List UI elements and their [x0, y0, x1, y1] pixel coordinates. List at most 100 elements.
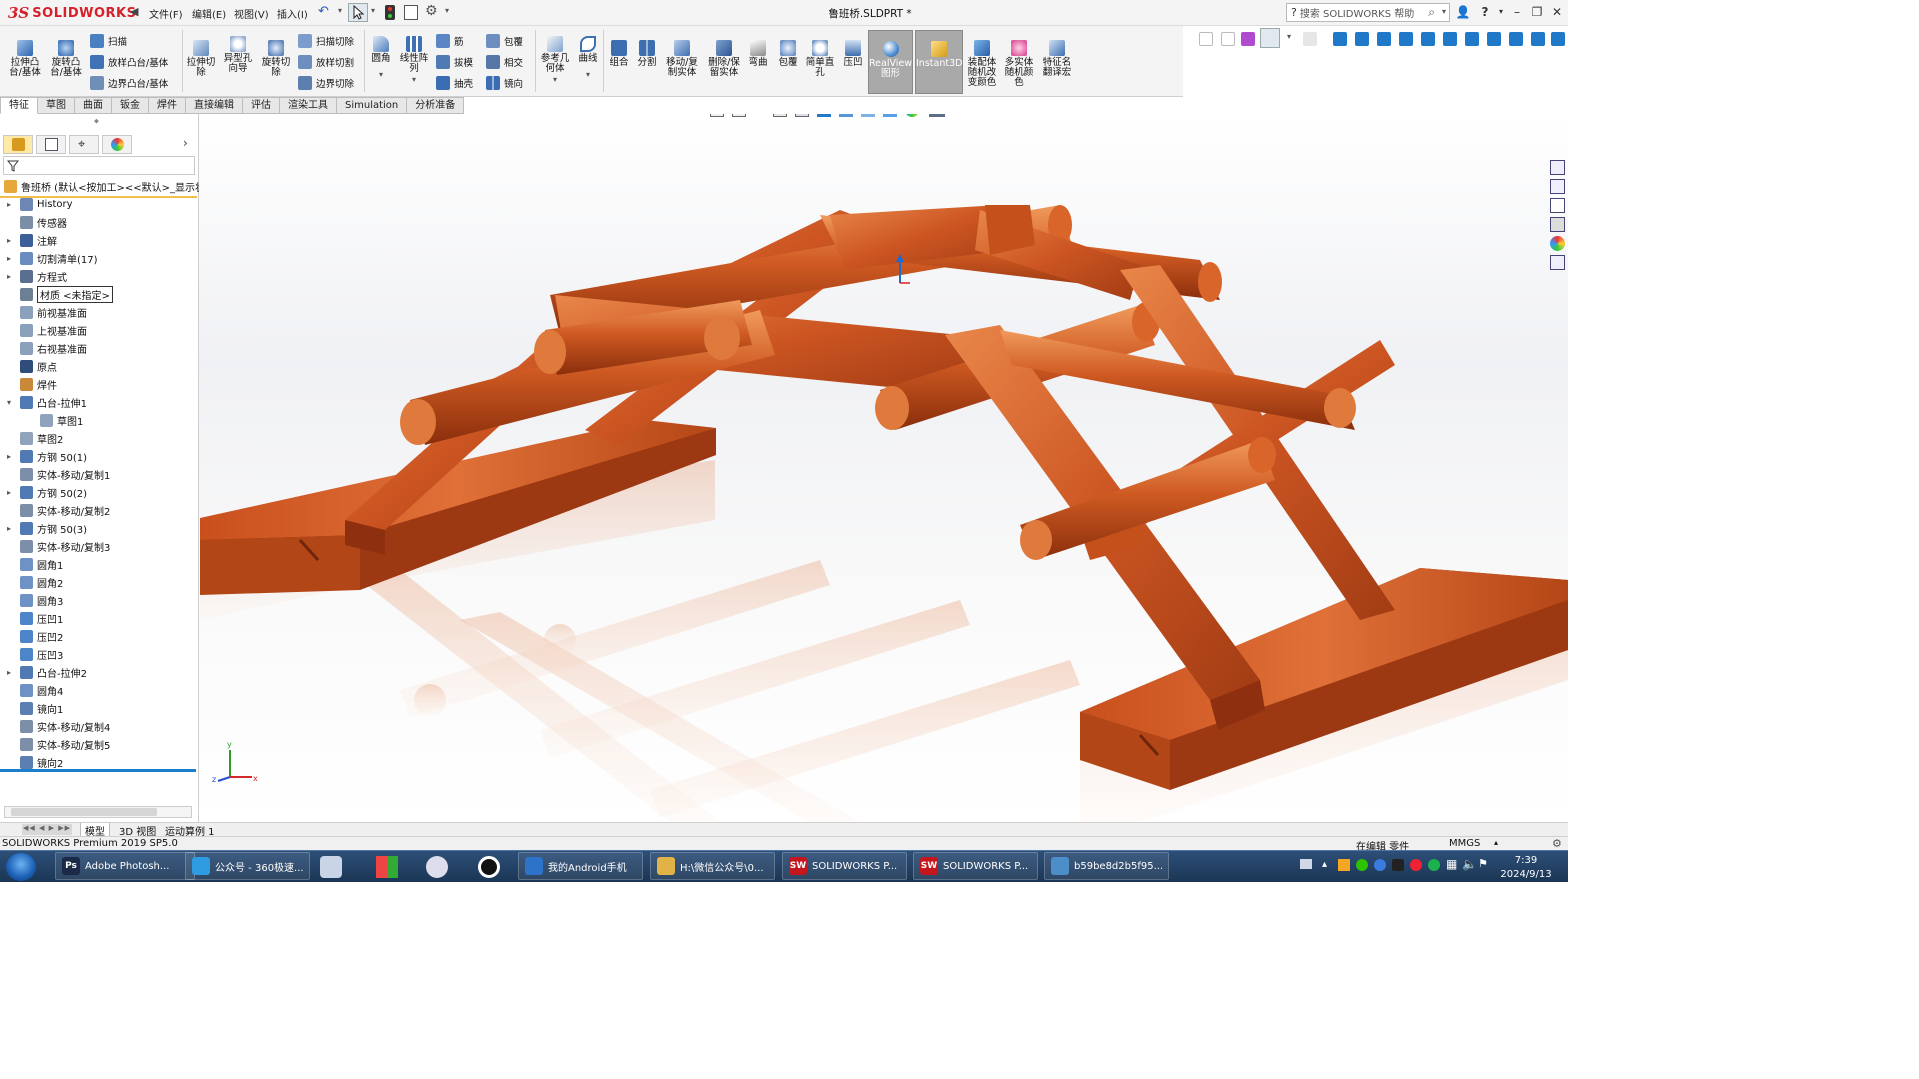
rollback-bar[interactable]: [0, 769, 196, 772]
taskbar-app-button[interactable]: 我的Android手机: [518, 852, 643, 880]
combine-button[interactable]: 组合: [606, 40, 632, 68]
viewport-restore-icon[interactable]: ❐: [1037, 114, 1047, 116]
previous-view-icon[interactable]: ⌕: [752, 114, 760, 117]
solidworks-logo[interactable]: 3S SOLIDWORKS: [8, 3, 136, 23]
configuration-manager-tab[interactable]: ⌖: [69, 135, 99, 154]
keyboard-tray-icon[interactable]: [1300, 859, 1312, 869]
view-triad[interactable]: y x z: [212, 740, 258, 784]
revolve-cut-button[interactable]: 旋转切 除: [259, 40, 293, 78]
panel-drag-handle[interactable]: ⬥: [94, 117, 99, 126]
view-palette-icon[interactable]: [1550, 217, 1565, 232]
tree-item[interactable]: 草图2: [0, 429, 196, 447]
tray-k-icon[interactable]: [1374, 859, 1386, 871]
unit-dropdown-icon[interactable]: ▴: [1494, 838, 1498, 847]
wrap-button[interactable]: 包覆: [486, 34, 523, 48]
tree-item[interactable]: 实体-移动/复制1: [0, 465, 196, 483]
help-dropdown-icon[interactable]: ▾: [1493, 4, 1509, 20]
loft-button[interactable]: 放样凸台/基体: [90, 55, 168, 69]
selection-dropdown-icon[interactable]: ▾: [1287, 32, 1291, 41]
display-manager-tab[interactable]: [102, 135, 132, 154]
delete-keep-body-button[interactable]: 删除/保 留实体: [705, 40, 743, 78]
sweep-button[interactable]: 扫描: [90, 34, 127, 48]
file-explorer-icon[interactable]: [1550, 198, 1565, 213]
hide-show-items-icon[interactable]: [861, 114, 875, 117]
search-icon[interactable]: ⌕: [1428, 5, 1435, 20]
tree-expand-icon[interactable]: ▸: [4, 488, 14, 497]
hole-wizard-button[interactable]: 异型孔 向导: [220, 36, 256, 74]
tab-analysis-prep[interactable]: 分析准备: [407, 97, 465, 114]
traffic-light-icon[interactable]: [385, 5, 395, 20]
tree-item[interactable]: ▾ 凸台-拉伸1: [0, 393, 196, 411]
move-copy-body-button[interactable]: 移动/复 制实体: [663, 40, 701, 78]
panel-horizontal-scrollbar[interactable]: [4, 806, 192, 818]
draft-button[interactable]: 拔模: [436, 55, 473, 69]
tree-item[interactable]: ▸ 方钢 50(1): [0, 447, 196, 465]
shell-button[interactable]: 抽壳: [436, 76, 473, 90]
filter-faces-icon[interactable]: [1377, 32, 1391, 46]
tree-item[interactable]: 前视基准面: [0, 303, 196, 321]
search-dropdown-icon[interactable]: ▾: [1442, 7, 1446, 16]
selection-arrow-icon[interactable]: [1260, 28, 1280, 48]
filter-color-icon[interactable]: [1241, 32, 1255, 46]
boundary-boss-button[interactable]: 边界凸台/基体: [90, 76, 168, 90]
menu-file[interactable]: 文件(F): [149, 6, 183, 21]
help-icon[interactable]: ?: [1477, 4, 1493, 20]
tree-expand-icon[interactable]: ▸: [4, 236, 14, 245]
tree-item[interactable]: 实体-移动/复制5: [0, 735, 196, 753]
feature-translate-macro-button[interactable]: 特征名 翻译宏: [1039, 40, 1075, 78]
indent-button[interactable]: 压凹: [840, 40, 866, 68]
tree-item[interactable]: ▸ 方钢 50(2): [0, 483, 196, 501]
office-app-icon[interactable]: [376, 856, 398, 878]
viewport-tile-icon[interactable]: ❐: [1059, 114, 1069, 116]
panel-expand-arrow-icon[interactable]: ›: [183, 136, 188, 150]
taskbar-app-button[interactable]: SW SOLIDWORKS P...: [913, 852, 1038, 880]
filter-sketch-segments-icon[interactable]: [1509, 32, 1523, 46]
solidworks-resources-icon[interactable]: [1550, 160, 1565, 175]
tree-item[interactable]: 草图1: [0, 411, 196, 429]
snipping-tool-icon[interactable]: [426, 856, 448, 878]
undo-dropdown-icon[interactable]: ▾: [338, 6, 342, 15]
filter-toggle-icon[interactable]: [1221, 32, 1235, 46]
clear-filter-icon[interactable]: [1303, 32, 1317, 46]
instant3d-button[interactable]: Instant3D: [915, 30, 963, 94]
menu-edit[interactable]: 编辑(E): [192, 6, 226, 21]
tray-expand-icon[interactable]: ▴: [1322, 859, 1327, 870]
tab-features[interactable]: 特征: [0, 97, 38, 114]
tree-item[interactable]: 圆角2: [0, 573, 196, 591]
taskbar-app-button[interactable]: SW SOLIDWORKS P...: [782, 852, 907, 880]
tree-item[interactable]: 镜向1: [0, 699, 196, 717]
tree-item[interactable]: 压凹2: [0, 627, 196, 645]
flag-icon[interactable]: ⚑: [1478, 857, 1488, 870]
menu-collapse-icon[interactable]: ◀: [130, 5, 138, 18]
feature-manager-tab[interactable]: [3, 135, 33, 154]
tree-item[interactable]: 压凹1: [0, 609, 196, 627]
tab-weldments[interactable]: 焊件: [149, 97, 186, 114]
filter-centers-icon[interactable]: [1551, 32, 1565, 46]
taskbar-app-button[interactable]: 公众号 - 360极速...: [185, 852, 310, 880]
help-search-box[interactable]: ? 搜索 SOLIDWORKS 帮助 ⌕ ▾: [1286, 3, 1450, 22]
display-style-icon[interactable]: [839, 114, 853, 117]
dynamic-annotation-icon[interactable]: [795, 114, 809, 117]
reference-dropdown-icon[interactable]: ▾: [538, 75, 572, 85]
tree-expand-icon[interactable]: ▸: [4, 272, 14, 281]
tree-item[interactable]: 上视基准面: [0, 321, 196, 339]
filter-vertices-icon[interactable]: [1333, 32, 1347, 46]
appearances-scenes-icon[interactable]: [1550, 236, 1565, 251]
graphics-area[interactable]: y x z ⌕ ❐ ❐ – ❐ ✕: [199, 114, 1568, 822]
filter-surfaces-icon[interactable]: [1399, 32, 1413, 46]
user-account-icon[interactable]: 👤: [1455, 4, 1471, 20]
tab-sketch[interactable]: 草图: [38, 97, 75, 114]
tab-simulation[interactable]: Simulation: [337, 97, 408, 114]
revolve-boss-button[interactable]: 旋转凸 台/基体: [47, 40, 85, 78]
tree-item[interactable]: 圆角1: [0, 555, 196, 573]
restore-window-icon[interactable]: ❐: [1529, 4, 1545, 20]
tree-item[interactable]: ▸ 方钢 50(3): [0, 519, 196, 537]
lofted-cut-button[interactable]: 放样切割: [298, 55, 354, 69]
property-manager-tab[interactable]: [36, 135, 66, 154]
tree-item[interactable]: 圆角3: [0, 591, 196, 609]
screen-recorder-icon[interactable]: [478, 856, 500, 878]
tree-item[interactable]: ▸ 凸台-拉伸2: [0, 663, 196, 681]
pattern-dropdown-icon[interactable]: ▾: [398, 75, 430, 85]
tree-expand-icon[interactable]: ▸: [4, 452, 14, 461]
reference-geometry-button[interactable]: 参考几 何体 ▾: [538, 36, 572, 85]
